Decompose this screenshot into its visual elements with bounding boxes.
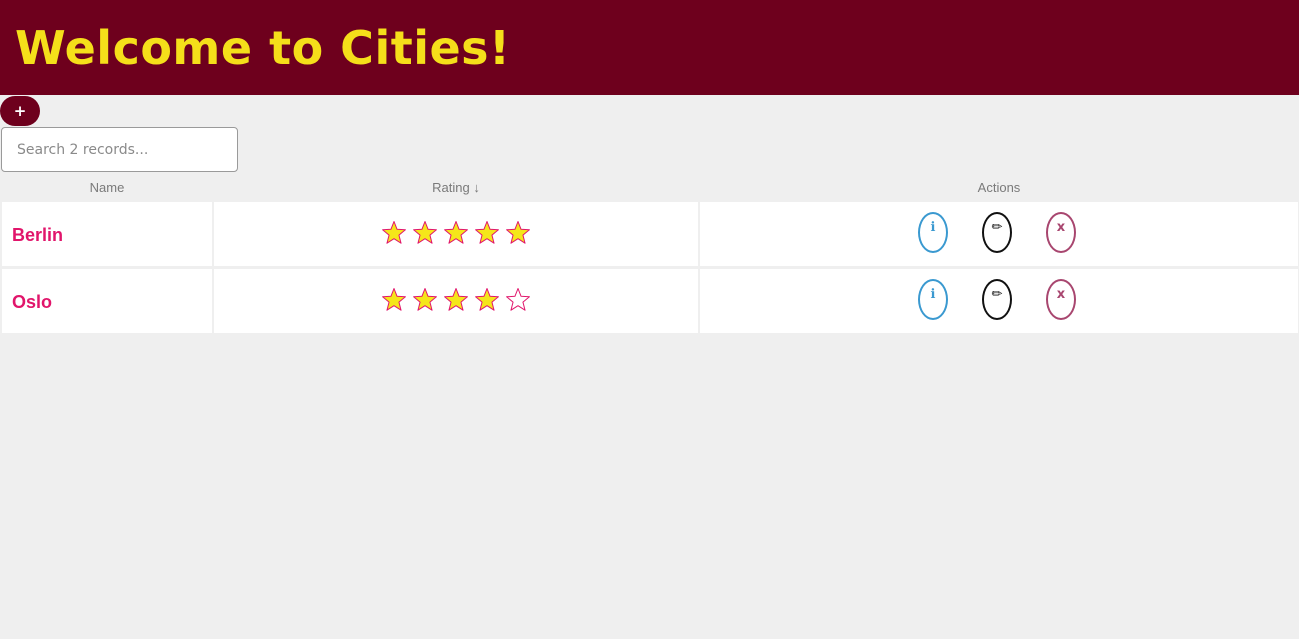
star-filled-icon[interactable] [505, 220, 531, 246]
info-icon: ℹ [930, 287, 936, 302]
delete-button[interactable]: x [1046, 279, 1076, 320]
info-icon: ℹ [930, 220, 936, 235]
star-filled-icon[interactable] [381, 287, 407, 313]
app-header: Welcome to Cities! [0, 0, 1299, 95]
city-name-link[interactable]: Oslo [12, 291, 52, 313]
name-cell: Berlin [2, 202, 212, 266]
star-filled-icon[interactable] [412, 287, 438, 313]
page-title: Welcome to Cities! [15, 21, 511, 75]
name-cell: Oslo [2, 269, 212, 333]
add-city-button[interactable]: + [0, 96, 40, 126]
star-filled-icon[interactable] [474, 287, 500, 313]
star-filled-icon[interactable] [443, 287, 469, 313]
star-empty-icon[interactable] [505, 287, 531, 313]
actions-cell: ℹ ✏ x [700, 269, 1298, 333]
pencil-icon: ✏ [991, 220, 1003, 235]
edit-button[interactable]: ✏ [982, 279, 1012, 320]
rating-cell [214, 202, 698, 266]
info-button[interactable]: ℹ [918, 279, 948, 320]
column-header-rating[interactable]: Rating ↓ [214, 180, 698, 196]
star-filled-icon[interactable] [412, 220, 438, 246]
column-header-actions: Actions [977, 180, 1021, 195]
delete-button[interactable]: x [1046, 212, 1076, 253]
star-filled-icon[interactable] [381, 220, 407, 246]
table-row: Oslo ℹ ✏ x [2, 269, 1298, 333]
close-icon: x [1056, 220, 1066, 235]
search-input[interactable] [1, 127, 238, 172]
pencil-icon: ✏ [991, 287, 1003, 302]
column-header-name[interactable]: Name [2, 180, 212, 196]
table-row: Berlin ℹ ✏ x [2, 202, 1298, 266]
close-icon: x [1056, 287, 1066, 302]
info-button[interactable]: ℹ [918, 212, 948, 253]
actions-cell: ℹ ✏ x [700, 202, 1298, 266]
star-filled-icon[interactable] [474, 220, 500, 246]
city-name-link[interactable]: Berlin [12, 224, 63, 246]
edit-button[interactable]: ✏ [982, 212, 1012, 253]
star-filled-icon[interactable] [443, 220, 469, 246]
rating-cell [214, 269, 698, 333]
